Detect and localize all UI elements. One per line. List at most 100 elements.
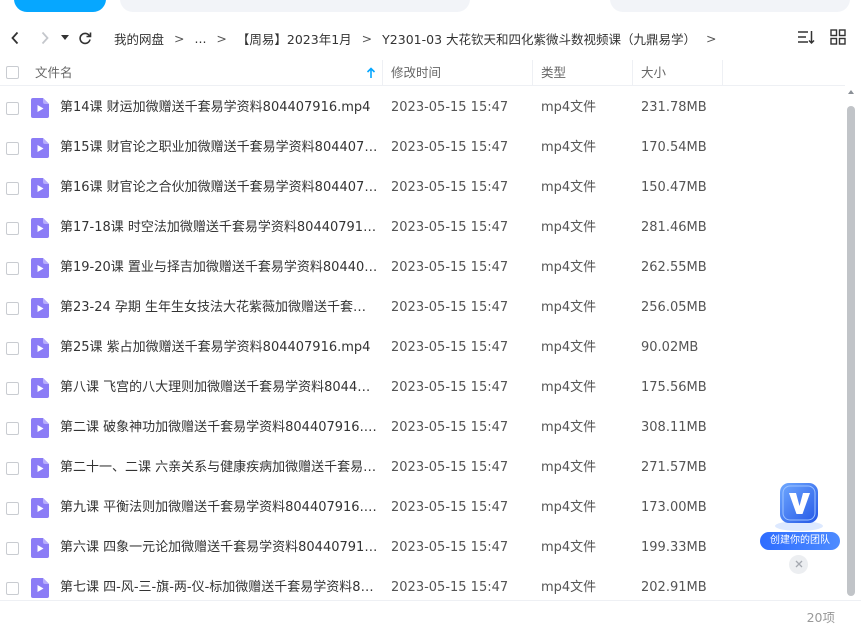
grid-view-button[interactable] [829, 28, 847, 46]
breadcrumb-item-collapsed[interactable]: ... [193, 31, 209, 46]
table-row[interactable]: 第八课 飞宫的八大理则加微赠送千套易学资料80440791... 2023-05… [0, 368, 845, 408]
file-name[interactable]: 第14课 财运加微赠送千套易学资料804407916.mp4 [60, 88, 378, 128]
table-row[interactable]: 第15课 财官论之职业加微赠送千套易学资料804407916.... 2023-… [0, 128, 845, 168]
file-type: mp4文件 [541, 500, 597, 515]
row-checkbox[interactable] [6, 222, 19, 235]
video-file-icon [31, 458, 49, 478]
table-row[interactable]: 第16课 财官论之合伙加微赠送千套易学资料804407916.... 2023-… [0, 168, 845, 208]
table-row[interactable]: 第七课 四-风-三-旗-两-仪-标加微赠送千套易学资料8044... 2023-… [0, 568, 845, 598]
video-file-icon [31, 178, 49, 198]
column-header-modified[interactable]: 修改时间 [383, 60, 533, 86]
row-checkbox[interactable] [6, 502, 19, 515]
file-name[interactable]: 第25课 紫占加微赠送千套易学资料804407916.mp4 [60, 328, 378, 368]
file-name[interactable]: 第八课 飞宫的八大理则加微赠送千套易学资料80440791... [60, 368, 378, 408]
search-input[interactable] [610, 0, 850, 12]
video-file-icon [31, 298, 49, 318]
refresh-icon [79, 32, 92, 45]
close-icon [795, 560, 802, 568]
navigation-bar: 我的网盘 > ... > 【周易】2023年1月 > Y2301-03 大花钦天… [0, 22, 861, 54]
table-row[interactable]: 第23-24 孕期 生年生女技法大花紫薇加微赠送千套易学... 2023-05-… [0, 288, 845, 328]
column-header-modified-label: 修改时间 [391, 65, 442, 80]
file-modified-time: 2023-05-15 15:47 [391, 100, 509, 115]
file-modified-time: 2023-05-15 15:47 [391, 580, 509, 595]
file-name[interactable]: 第16课 财官论之合伙加微赠送千套易学资料804407916.... [60, 168, 378, 208]
file-modified-time: 2023-05-15 15:47 [391, 540, 509, 555]
row-checkbox[interactable] [6, 102, 19, 115]
table-row[interactable]: 第25课 紫占加微赠送千套易学资料804407916.mp4 2023-05-1… [0, 328, 845, 368]
file-modified-time: 2023-05-15 15:47 [391, 140, 509, 155]
upload-button[interactable] [14, 0, 106, 12]
file-size: 90.02MB [641, 340, 699, 355]
row-checkbox[interactable] [6, 382, 19, 395]
table-row[interactable]: 第19-20课 置业与择吉加微赠送千套易学资料804407916.... 202… [0, 248, 845, 288]
file-size: 150.47MB [641, 180, 707, 195]
breadcrumb: 我的网盘 > ... > 【周易】2023年1月 > Y2301-03 大花钦天… [112, 29, 724, 48]
sort-button[interactable] [797, 28, 815, 46]
row-checkbox[interactable] [6, 542, 19, 555]
file-name[interactable]: 第九课 平衡法则加微赠送千套易学资料804407916.mp4 [60, 488, 378, 528]
column-header-size-label: 大小 [641, 65, 667, 80]
vertical-scrollbar[interactable] [845, 88, 857, 598]
table-row[interactable]: 第二课 破象神功加微赠送千套易学资料804407916.mp4 2023-05-… [0, 408, 845, 448]
breadcrumb-separator: > [706, 30, 717, 46]
table-row[interactable]: 第九课 平衡法则加微赠送千套易学资料804407916.mp4 2023-05-… [0, 488, 845, 528]
row-checkbox[interactable] [6, 342, 19, 355]
caret-down-icon [61, 35, 69, 40]
create-team-widget[interactable]: 创建你的团队 [758, 478, 842, 550]
back-button[interactable] [2, 22, 28, 54]
table-row[interactable]: 第14课 财运加微赠送千套易学资料804407916.mp4 2023-05-1… [0, 88, 845, 128]
column-header-name[interactable]: 文件名 [0, 60, 383, 86]
row-checkbox[interactable] [6, 142, 19, 155]
file-name[interactable]: 第15课 财官论之职业加微赠送千套易学资料804407916.... [60, 128, 378, 168]
file-modified-time: 2023-05-15 15:47 [391, 300, 509, 315]
file-name[interactable]: 第二十一、二课 六亲关系与健康疾病加微赠送千套易学资... [60, 448, 378, 488]
row-checkbox[interactable] [6, 302, 19, 315]
forward-button[interactable] [32, 22, 58, 54]
chevron-left-icon [11, 31, 19, 45]
file-name[interactable]: 第六课 四象一元论加微赠送千套易学资料804407916.mp4 [60, 528, 378, 568]
file-modified-time: 2023-05-15 15:47 [391, 340, 509, 355]
file-size: 175.56MB [641, 380, 707, 395]
row-checkbox[interactable] [6, 582, 19, 595]
file-name[interactable]: 第19-20课 置业与择吉加微赠送千套易学资料804407916.... [60, 248, 378, 288]
file-name[interactable]: 第七课 四-风-三-旗-两-仪-标加微赠送千套易学资料8044... [60, 568, 378, 598]
breadcrumb-item-parent[interactable]: 【周易】2023年1月 [235, 29, 354, 48]
file-name[interactable]: 第23-24 孕期 生年生女技法大花紫薇加微赠送千套易学... [60, 288, 378, 328]
table-header: 文件名 修改时间 类型 大小 [0, 60, 845, 86]
scroll-up-arrow-icon[interactable] [848, 90, 854, 94]
table-row[interactable]: 第六课 四象一元论加微赠送千套易学资料804407916.mp4 2023-05… [0, 528, 845, 568]
toolbar-actions[interactable] [120, 0, 470, 12]
file-size: 173.00MB [641, 500, 707, 515]
video-file-icon [31, 258, 49, 278]
video-file-icon [31, 338, 49, 358]
file-type: mp4文件 [541, 380, 597, 395]
create-team-label[interactable]: 创建你的团队 [760, 532, 840, 550]
sort-ascending-icon [366, 67, 376, 78]
breadcrumb-separator: > [361, 30, 373, 46]
file-type: mp4文件 [541, 580, 597, 595]
file-list: 第14课 财运加微赠送千套易学资料804407916.mp4 2023-05-1… [0, 88, 845, 598]
file-type: mp4文件 [541, 340, 597, 355]
refresh-button[interactable] [72, 22, 98, 54]
row-checkbox[interactable] [6, 462, 19, 475]
video-file-icon [31, 498, 49, 518]
file-name[interactable]: 第17-18课 时空法加微赠送千套易学资料804407916.mp4 [60, 208, 378, 248]
file-type: mp4文件 [541, 420, 597, 435]
table-row[interactable]: 第二十一、二课 六亲关系与健康疾病加微赠送千套易学资... 2023-05-15… [0, 448, 845, 488]
table-row[interactable]: 第17-18课 时空法加微赠送千套易学资料804407916.mp4 2023-… [0, 208, 845, 248]
column-header-size[interactable]: 大小 [633, 60, 723, 86]
scrollbar-thumb[interactable] [847, 106, 855, 596]
file-type: mp4文件 [541, 220, 597, 235]
file-name[interactable]: 第二课 破象神功加微赠送千套易学资料804407916.mp4 [60, 408, 378, 448]
row-checkbox[interactable] [6, 262, 19, 275]
breadcrumb-item-root[interactable]: 我的网盘 [112, 29, 166, 48]
row-checkbox[interactable] [6, 182, 19, 195]
file-size: 262.55MB [641, 260, 707, 275]
row-checkbox[interactable] [6, 422, 19, 435]
history-dropdown-button[interactable] [58, 22, 72, 54]
breadcrumb-item-current[interactable]: Y2301-03 大花钦天和四化紫微斗数视频课（九鼎易学） [380, 29, 698, 48]
column-header-type[interactable]: 类型 [533, 60, 633, 86]
widget-close-button[interactable] [789, 555, 808, 574]
file-modified-time: 2023-05-15 15:47 [391, 220, 509, 235]
file-type: mp4文件 [541, 100, 597, 115]
